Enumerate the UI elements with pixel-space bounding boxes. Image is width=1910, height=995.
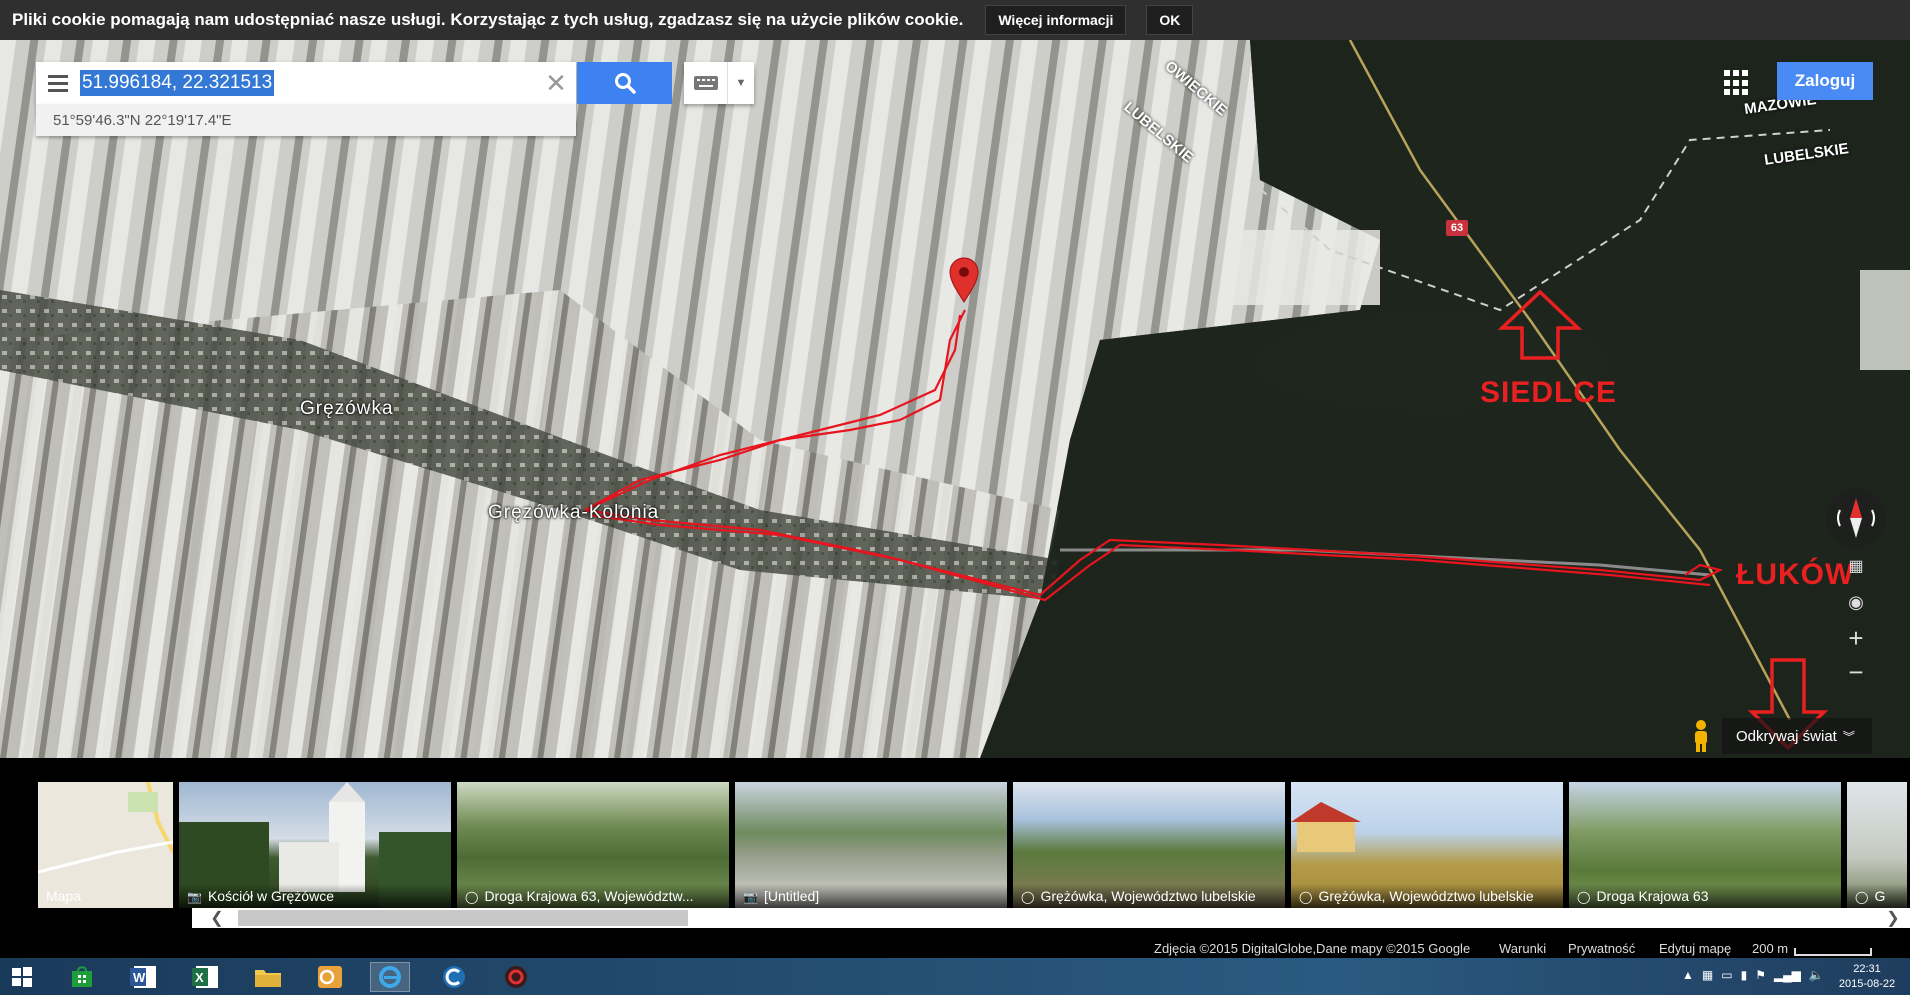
annotation-siedlce: SIEDLCE bbox=[1480, 376, 1618, 409]
scale-bar bbox=[1794, 948, 1872, 956]
search-icon bbox=[614, 73, 636, 94]
streetview-icon: ◯ bbox=[1299, 890, 1313, 904]
file-explorer-icon[interactable] bbox=[248, 962, 288, 992]
photo-caption: Grężówka, Województwo lubelskie bbox=[1040, 888, 1256, 904]
store-icon[interactable] bbox=[62, 962, 102, 992]
pegman-icon[interactable] bbox=[1686, 718, 1716, 754]
zoom-in-button[interactable]: + bbox=[1836, 622, 1876, 654]
apps-grid-icon[interactable] bbox=[1724, 70, 1750, 96]
cookie-ok-button[interactable]: OK bbox=[1146, 5, 1194, 35]
explore-label: Odkrywaj świat bbox=[1736, 727, 1837, 745]
search-value: 51.996184, 22.321513 bbox=[80, 70, 275, 96]
windows-start-icon[interactable] bbox=[2, 962, 42, 992]
volume-icon[interactable]: 🔈 bbox=[1809, 968, 1824, 986]
flag-icon[interactable]: ⚑ bbox=[1755, 968, 1766, 986]
cookie-bar: Pliki cookie pomagają nam udostępniać na… bbox=[0, 0, 1910, 40]
chevron-up-icon[interactable]: ▲ bbox=[1682, 968, 1694, 986]
clock-time: 22:31 bbox=[1853, 963, 1881, 975]
photo-thumb[interactable]: ◯ G bbox=[1847, 782, 1907, 908]
streetview-icon: ◯ bbox=[1855, 890, 1869, 904]
camera-icon: 📷 bbox=[187, 890, 202, 904]
tilt-icon[interactable]: ▦ bbox=[1836, 550, 1876, 582]
coordinates-dms: 51°59'46.3"N 22°19'17.4"E bbox=[36, 104, 576, 136]
photo-caption: G bbox=[1874, 888, 1886, 904]
chevron-left-icon[interactable]: ❮ bbox=[202, 908, 232, 928]
photo-strip: Mapa 📷 Kościół w Grężówce ◯ Droga Krajowa … bbox=[0, 758, 1910, 938]
clock[interactable]: 22:31 2015-08-22 bbox=[1832, 960, 1902, 994]
streetview-icon: ◯ bbox=[1021, 890, 1035, 904]
photo-caption: Mapa bbox=[46, 888, 82, 904]
svg-text:X: X bbox=[195, 970, 204, 985]
photo-thumb[interactable]: ◯ Grężówka, Województwo lubelskie bbox=[1013, 782, 1285, 908]
scrollbar-thumb[interactable] bbox=[238, 910, 688, 926]
compass-icon[interactable] bbox=[1826, 488, 1886, 548]
photo-caption: Grężówka, Województwo lubelskie bbox=[1318, 888, 1534, 904]
map-label-grezowka-kolonia: Gręzówka-Kolonia bbox=[488, 502, 660, 523]
login-button[interactable]: Zaloguj bbox=[1777, 62, 1873, 100]
more-info-button[interactable]: Więcej informacji bbox=[985, 5, 1127, 35]
search-box: 51.996184, 22.321513 ✕ bbox=[36, 62, 576, 104]
taskbar: W X ▲ ▦ ▭ ▮ ⚑ ▂▄▆ 🔈 22:31 2015-08-22 bbox=[0, 958, 1910, 995]
streetview-icon: ◯ bbox=[465, 890, 479, 904]
windows-icon[interactable]: ▦ bbox=[1702, 968, 1713, 986]
clear-icon[interactable]: ✕ bbox=[536, 62, 576, 104]
photo-thumb[interactable]: ◯ Droga Krajowa 63, Województw... bbox=[457, 782, 729, 908]
map-attribution: Zdjęcia ©2015 DigitalGlobe,Dane mapy ©20… bbox=[0, 938, 1910, 958]
clock-date: 2015-08-22 bbox=[1838, 978, 1896, 990]
chevron-right-icon[interactable]: ❯ bbox=[1878, 908, 1908, 928]
system-tray: ▲ ▦ ▭ ▮ ⚑ ▂▄▆ 🔈 bbox=[1682, 968, 1824, 986]
display-icon[interactable]: ▭ bbox=[1721, 968, 1732, 986]
chevron-down-icon[interactable]: ▼ bbox=[728, 77, 754, 89]
edit-map-link[interactable]: Edytuj mapę bbox=[1659, 941, 1731, 956]
photo-caption: [Untitled] bbox=[763, 888, 820, 904]
photo-thumb[interactable]: ◯ Droga Krajowa 63 bbox=[1569, 782, 1841, 908]
photo-strip-scrollbar[interactable]: ❮ ❯ bbox=[192, 908, 1910, 928]
chevron-double-down-icon: ︾ bbox=[1842, 729, 1855, 744]
satellite-map[interactable]: Gręzówka Gręzówka-Kolonia OWIECKIE LUBEL… bbox=[0, 40, 1910, 758]
imagery-attribution: Zdjęcia ©2015 DigitalGlobe,Dane mapy ©20… bbox=[1154, 941, 1471, 956]
camera-icon: 📷 bbox=[743, 890, 758, 904]
my-location-icon[interactable]: ◉ bbox=[1836, 586, 1876, 618]
streetview-icon: ◯ bbox=[1577, 890, 1591, 904]
word-icon[interactable]: W bbox=[124, 962, 164, 992]
privacy-link[interactable]: Prywatność bbox=[1568, 941, 1635, 956]
search-input[interactable]: 51.996184, 22.321513 bbox=[80, 62, 536, 104]
signal-icon[interactable]: ▂▄▆ bbox=[1774, 968, 1801, 986]
road-number-badge: 63 bbox=[1446, 220, 1468, 236]
photo-thumb[interactable]: 📷 [Untitled] bbox=[735, 782, 1007, 908]
search-button[interactable] bbox=[577, 62, 672, 104]
photo-thumb[interactable]: ◯ Grężówka, Województwo lubelskie bbox=[1291, 782, 1563, 908]
app-icon[interactable] bbox=[496, 962, 536, 992]
explore-world-button[interactable]: Odkrywaj świat ︾ bbox=[1722, 718, 1872, 754]
battery-icon[interactable]: ▮ bbox=[1741, 968, 1748, 986]
photo-thumb[interactable]: 📷 Kościół w Grężówce bbox=[179, 782, 451, 908]
photo-thumb-map[interactable]: Mapa bbox=[38, 782, 173, 908]
ccleaner-icon[interactable] bbox=[434, 962, 474, 992]
photo-track: Mapa 📷 Kościół w Grężówce ◯ Droga Krajowa … bbox=[38, 782, 1910, 908]
menu-icon[interactable] bbox=[36, 62, 80, 104]
cookie-text: Pliki cookie pomagają nam udostępniać na… bbox=[12, 10, 964, 29]
photo-caption: Droga Krajowa 63, Województw... bbox=[484, 888, 694, 904]
internet-explorer-icon[interactable] bbox=[370, 962, 410, 992]
map-imagery bbox=[0, 40, 1910, 758]
photo-caption: Droga Krajowa 63 bbox=[1596, 888, 1709, 904]
excel-icon[interactable]: X bbox=[186, 962, 226, 992]
svg-text:W: W bbox=[133, 970, 146, 985]
scale-label: 200 m bbox=[1752, 941, 1789, 956]
map-label-grezowka: Gręzówka bbox=[300, 398, 394, 419]
photo-caption: Kościół w Grężówce bbox=[207, 888, 334, 904]
terms-link[interactable]: Warunki bbox=[1499, 941, 1546, 956]
keyboard-button[interactable]: ▼ bbox=[684, 62, 754, 104]
outlook-icon[interactable] bbox=[310, 962, 350, 992]
keyboard-icon bbox=[693, 76, 718, 90]
zoom-out-button[interactable]: − bbox=[1836, 656, 1876, 688]
